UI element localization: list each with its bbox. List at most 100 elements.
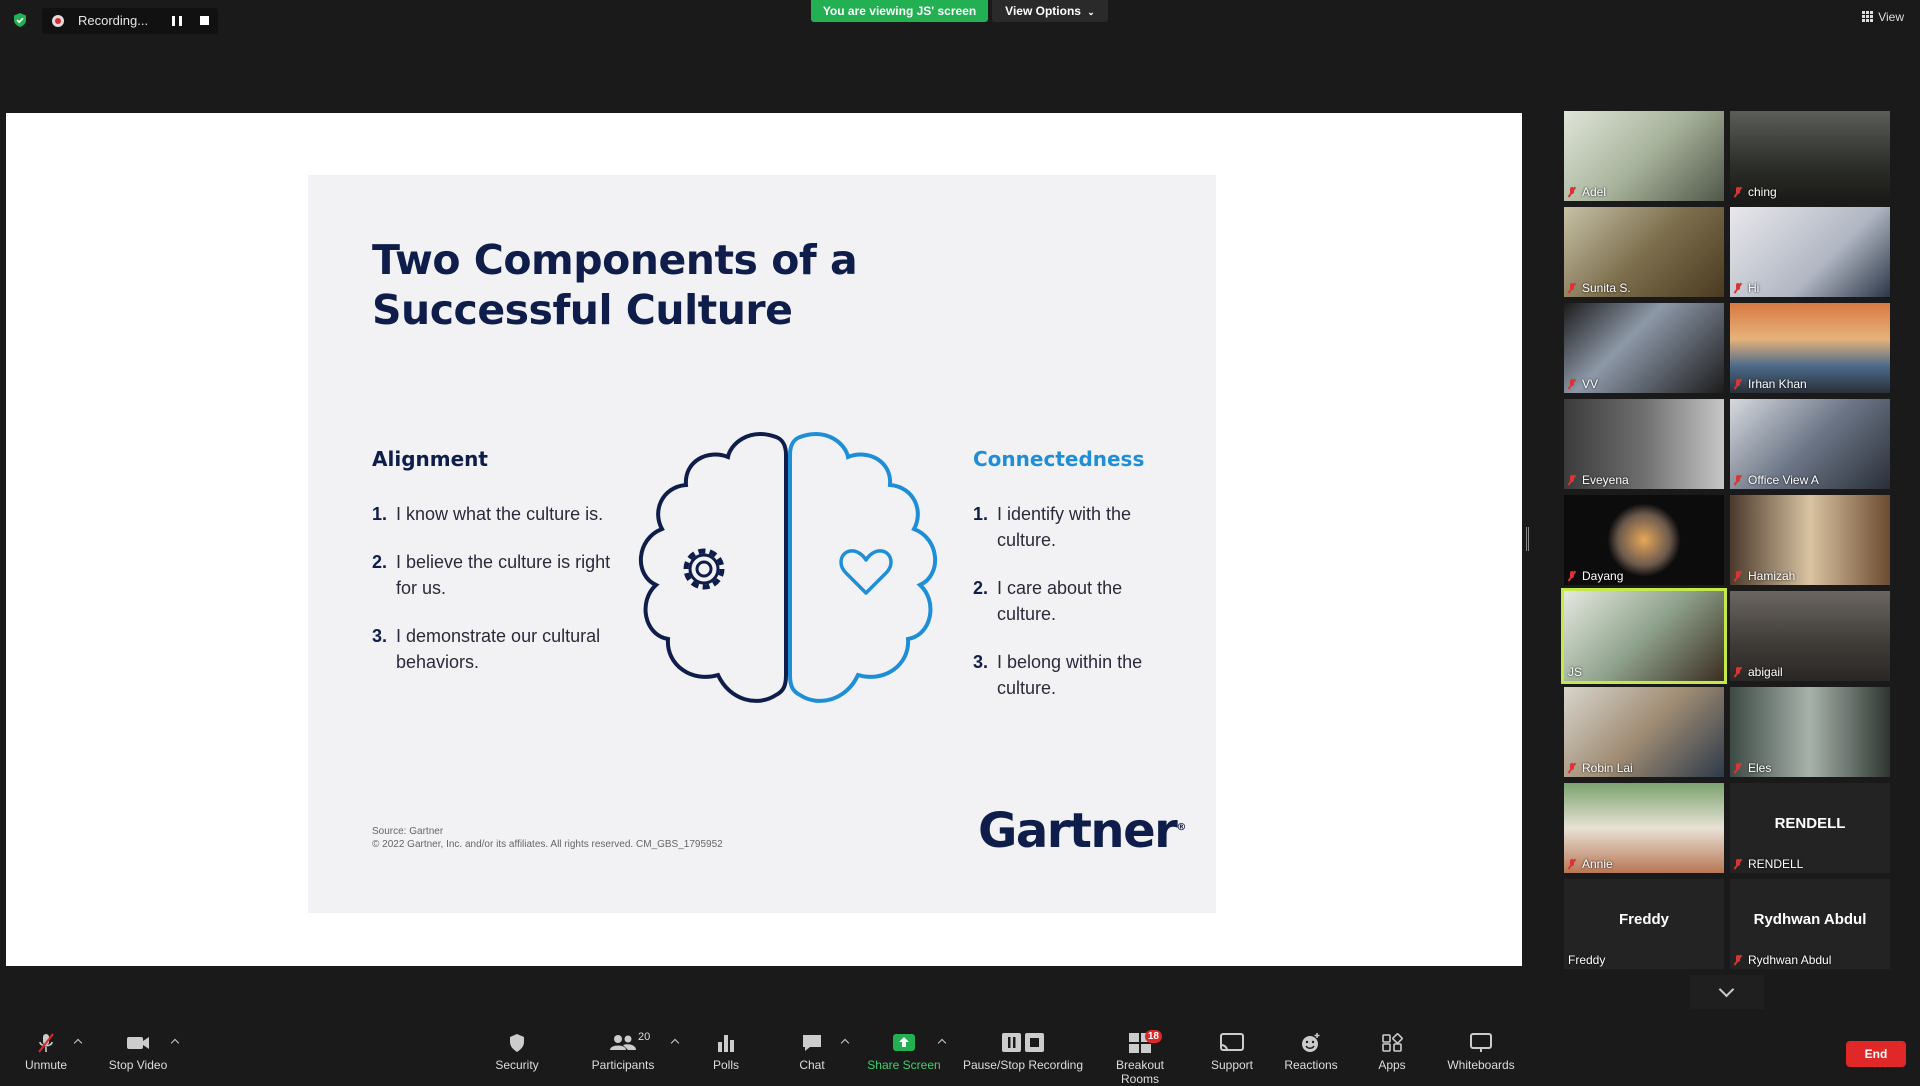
- pause-recording-icon[interactable]: [172, 16, 182, 26]
- view-button[interactable]: View: [1862, 10, 1904, 24]
- share-screen-label: Share Screen: [867, 1058, 941, 1072]
- participant-tile[interactable]: Hi: [1730, 207, 1890, 297]
- participant-name: Sunita S.: [1582, 281, 1631, 295]
- participant-tile[interactable]: Annie: [1564, 783, 1724, 873]
- participant-display-name: Freddy: [1618, 911, 1669, 928]
- share-screen-icon: [893, 1034, 915, 1051]
- slide-title-line1: Two Components of a: [372, 236, 858, 284]
- recording-label: Recording...: [78, 13, 149, 28]
- participant-tile[interactable]: Rydhwan Abdul Rydhwan Abdul: [1730, 879, 1890, 969]
- participant-name: Irhan Khan: [1748, 377, 1807, 391]
- heart-icon: [839, 549, 893, 595]
- support-button[interactable]: Support: [1208, 1032, 1256, 1072]
- list-item: 3. I belong within the culture.: [973, 649, 1173, 701]
- stop-recording-icon[interactable]: [200, 16, 209, 25]
- muted-mic-icon: [1568, 859, 1576, 869]
- participant-tile[interactable]: Hamizah: [1730, 495, 1890, 585]
- alignment-list: 1. I know what the culture is. 2. I believ…: [372, 501, 612, 697]
- participant-tile[interactable]: VV: [1564, 303, 1724, 393]
- right-brain-half-icon: [788, 432, 937, 703]
- participant-gallery: Adel ching Sunita S. Hi VV Irhan Khan Eveyena O…: [1561, 111, 1894, 969]
- breakout-rooms-label: Breakout Rooms: [1115, 1058, 1165, 1086]
- source-line: Source: Gartner: [372, 826, 444, 837]
- security-shield-icon[interactable]: [12, 12, 28, 28]
- share-screen-button[interactable]: Share Screen: [866, 1032, 942, 1072]
- participant-tile[interactable]: Freddy Freddy: [1564, 879, 1724, 969]
- participant-tile[interactable]: RENDELL RENDELL: [1730, 783, 1890, 873]
- unmute-button[interactable]: Unmute: [22, 1032, 70, 1072]
- security-button[interactable]: Security: [492, 1032, 542, 1072]
- participant-display-name: Rydhwan Abdul: [1753, 911, 1867, 928]
- list-text: I believe the culture is right for us.: [396, 552, 611, 598]
- security-label: Security: [495, 1058, 539, 1072]
- connectedness-list: 1. I identify with the culture. 2. I care …: [973, 501, 1173, 723]
- audio-options-caret-icon[interactable]: [73, 1038, 83, 1048]
- reactions-button[interactable]: Reactions: [1284, 1032, 1338, 1072]
- participant-tile[interactable]: Adel: [1564, 111, 1724, 201]
- participant-name: Rydhwan Abdul: [1748, 953, 1832, 967]
- participant-name: RENDELL: [1748, 857, 1804, 871]
- shield-icon: [510, 1034, 524, 1052]
- list-item: 1. I know what the culture is.: [372, 501, 612, 527]
- participants-button[interactable]: Participants 20: [588, 1031, 658, 1072]
- apps-button[interactable]: Apps: [1376, 1032, 1408, 1072]
- whiteboards-button[interactable]: Whiteboards: [1446, 1032, 1516, 1072]
- view-options-button[interactable]: View Options ⌄: [992, 0, 1108, 22]
- list-text: I identify with the culture.: [997, 504, 1132, 550]
- participant-name-label: abigail: [1734, 665, 1783, 679]
- viewing-screen-banner: You are viewing JS' screen: [811, 0, 988, 22]
- list-item: 2. I care about the culture.: [973, 575, 1173, 627]
- list-number: 3.: [372, 626, 388, 646]
- participant-name-label: Irhan Khan: [1734, 377, 1807, 391]
- participant-name-label: RENDELL: [1734, 857, 1803, 871]
- connectedness-heading: Connectedness: [973, 447, 1145, 471]
- participant-name-label: Dayang: [1568, 569, 1623, 583]
- left-brain-half-icon: [639, 432, 788, 703]
- participant-tile[interactable]: Office View A: [1730, 399, 1890, 489]
- polls-button[interactable]: Polls: [706, 1032, 746, 1072]
- chat-label: Chat: [799, 1058, 825, 1072]
- participants-label: Participants: [591, 1058, 655, 1072]
- participant-tile[interactable]: abigail: [1730, 591, 1890, 681]
- participant-tile[interactable]: Dayang: [1564, 495, 1724, 585]
- participant-name-label: Eveyena: [1568, 473, 1629, 487]
- muted-mic-icon: [1734, 667, 1742, 677]
- muted-mic-icon: [1734, 859, 1742, 869]
- participant-tile[interactable]: Eveyena: [1564, 399, 1724, 489]
- participant-tile[interactable]: ching: [1730, 111, 1890, 201]
- participant-tile[interactable]: Sunita S.: [1564, 207, 1724, 297]
- breakout-rooms-button[interactable]: 18 Breakout Rooms: [1096, 1030, 1184, 1086]
- participant-tile[interactable]: Robin Lai: [1564, 687, 1724, 777]
- participant-tile[interactable]: Eles: [1730, 687, 1890, 777]
- participant-tile[interactable]: Irhan Khan: [1730, 303, 1890, 393]
- breakout-rooms-icon: 18: [1128, 1030, 1162, 1054]
- participant-name: abigail: [1748, 665, 1783, 679]
- stop-video-button[interactable]: Stop Video: [106, 1032, 170, 1072]
- participant-name: Hi: [1748, 281, 1760, 295]
- participants-count: 20: [638, 1031, 651, 1043]
- participant-name-label: Rydhwan Abdul: [1734, 953, 1831, 967]
- video-options-caret-icon[interactable]: [170, 1038, 180, 1048]
- gartner-logo-text: Gartner: [978, 803, 1178, 859]
- muted-mic-icon: [38, 1033, 54, 1053]
- pause-stop-recording-button[interactable]: Pause/Stop Recording: [962, 1032, 1084, 1072]
- gartner-logo: Gartner®: [978, 803, 1186, 859]
- view-label: View: [1878, 10, 1904, 24]
- participant-name-label: Eles: [1734, 761, 1771, 775]
- participant-tile[interactable]: JS: [1561, 588, 1727, 684]
- participant-name: VV: [1582, 377, 1599, 391]
- chat-button[interactable]: Chat: [792, 1032, 832, 1072]
- list-number: 3.: [973, 652, 989, 672]
- participants-options-caret-icon[interactable]: [670, 1038, 680, 1048]
- muted-mic-icon: [1568, 187, 1576, 197]
- panel-resize-handle[interactable]: [1526, 527, 1529, 551]
- chat-options-caret-icon[interactable]: [840, 1038, 850, 1048]
- list-text: I know what the culture is.: [396, 504, 604, 524]
- list-text: I care about the culture.: [997, 578, 1123, 624]
- slide-title-line2: Successful Culture: [372, 286, 793, 334]
- list-item: 1. I identify with the culture.: [973, 501, 1173, 553]
- gallery-scroll-down-button[interactable]: [1690, 975, 1764, 1009]
- muted-mic-icon: [1734, 283, 1742, 293]
- whiteboards-label: Whiteboards: [1447, 1058, 1515, 1072]
- end-meeting-button[interactable]: End: [1846, 1041, 1906, 1067]
